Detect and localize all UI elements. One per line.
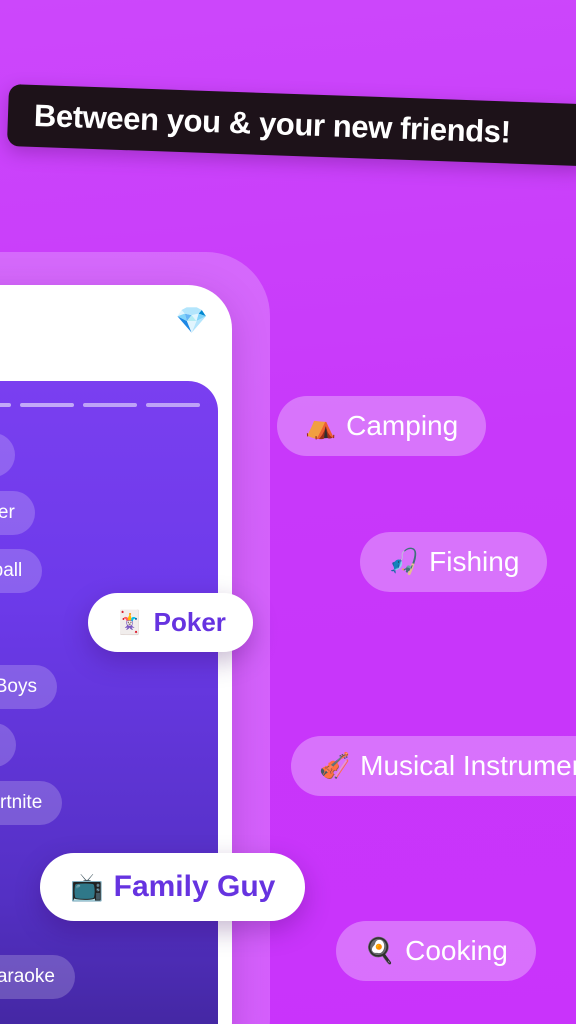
television-icon: 📺: [70, 872, 104, 902]
chip-label: Musical Instruments: [360, 750, 576, 781]
selected-chip-family-guy[interactable]: 📺 Family Guy: [40, 853, 306, 921]
progress-dash: [83, 403, 138, 407]
interest-chip[interactable]: 🎮Fortnite: [0, 781, 63, 825]
interest-chip[interactable]: 🎤Karaoke: [0, 955, 75, 999]
interest-chip-fishing[interactable]: 🎣 Fishing: [360, 532, 548, 592]
chip-label: Cooking: [405, 935, 508, 966]
interest-chip-row: oxing🎮Fortnite: [0, 781, 208, 825]
progress-dash: [146, 403, 200, 407]
interest-chip-row: 🐱Cat Lover: [0, 491, 208, 535]
interests-panel: 🏂Snowboarding🐱Cat Loverer⚾BaseballGolfin…: [0, 381, 218, 1024]
frying-pan-icon: 🍳: [364, 936, 396, 965]
interest-chip[interactable]: 🏂Snowboarding: [0, 433, 15, 477]
progress-dash: [0, 403, 12, 407]
interest-chip-cooking[interactable]: 🍳 Cooking: [336, 921, 536, 981]
interest-chip[interactable]: 🎮COD Warzone: [0, 723, 17, 767]
tent-icon: ⛺: [305, 411, 337, 440]
fishing-pole-icon: 🎣: [388, 547, 420, 576]
chip-label: Family Guy: [113, 870, 276, 903]
interest-chip-row: els📺The Boys: [0, 665, 208, 709]
interest-chip[interactable]: 🐱Cat Lover: [0, 491, 35, 535]
chip-label: The Boys: [0, 676, 37, 697]
interest-chip-row: 🏂Snowboarding: [0, 433, 208, 477]
chip-label: Poker: [153, 607, 226, 637]
chip-label: Cat Lover: [0, 502, 15, 523]
violin-icon: 🎻: [319, 751, 351, 780]
interest-chip-row: 🎮COD Warzone: [0, 723, 208, 767]
interest-chip-row: er⚾Baseball: [0, 549, 208, 593]
headline-text: Between you & your new friends!: [33, 97, 512, 150]
chip-label: Karaoke: [0, 966, 55, 987]
headline-banner: Between you & your new friends!: [6, 84, 576, 167]
interest-chip-row: mping🎤Karaoke: [0, 955, 208, 999]
gem-icon[interactable]: 💎: [176, 307, 208, 333]
progress-dash: [20, 403, 75, 407]
chip-label: Fishing: [429, 546, 520, 577]
interest-chip[interactable]: ⚾Baseball: [0, 549, 43, 593]
progress-dashes: [0, 403, 200, 407]
playing-card-icon: 🃏: [115, 609, 144, 635]
interest-chip-camping[interactable]: ⛺ Camping: [277, 396, 487, 456]
promo-screen: Between you & your new friends! ink 💎 🏂S…: [0, 0, 576, 1024]
interest-chip[interactable]: 📺The Boys: [0, 665, 57, 709]
app-header: ink 💎: [0, 285, 232, 363]
chip-label: Camping: [346, 410, 459, 441]
interest-chip-musical-instruments[interactable]: 🎻 Musical Instruments: [291, 736, 576, 796]
chip-label: Fortnite: [0, 792, 43, 813]
selected-chip-poker[interactable]: 🃏 Poker: [88, 593, 253, 652]
interest-chip-list: 🏂Snowboarding🐱Cat Loverer⚾BaseballGolfin…: [0, 433, 218, 1024]
chip-label: Baseball: [0, 560, 23, 581]
